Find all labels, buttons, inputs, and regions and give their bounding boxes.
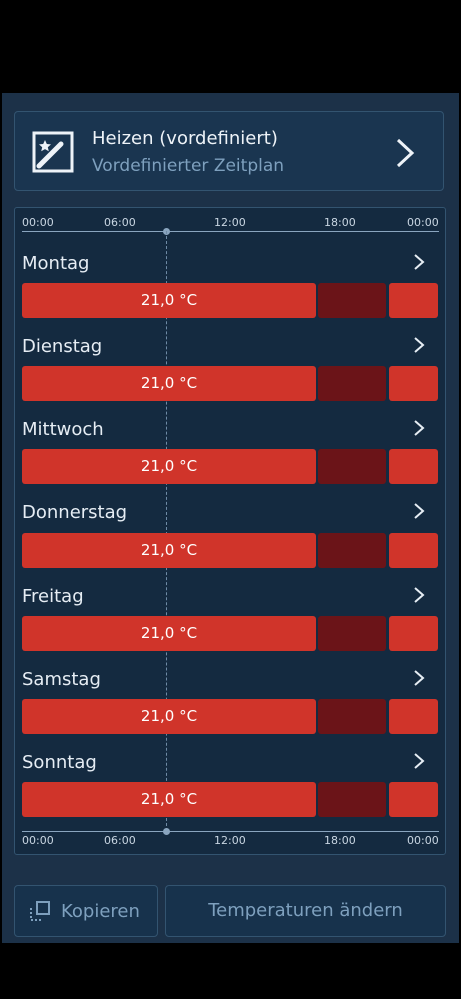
heating-segment[interactable]: 21,0 °C <box>22 283 316 318</box>
heating-segment[interactable] <box>389 283 438 318</box>
copy-button[interactable]: Kopieren <box>14 885 158 937</box>
heating-segment[interactable] <box>389 699 438 734</box>
heating-segment[interactable]: 21,0 °C <box>22 699 316 734</box>
tick-label: 18:00 <box>324 216 356 229</box>
segment-temperature: 21,0 °C <box>140 457 198 475</box>
tick-label: 00:00 <box>407 216 439 229</box>
chevron-right-icon[interactable] <box>412 502 426 520</box>
chevron-right-icon[interactable] <box>412 419 426 437</box>
segment-temperature: 21,0 °C <box>140 374 198 392</box>
reduced-segment[interactable] <box>318 699 386 734</box>
reduced-segment[interactable] <box>318 283 386 318</box>
copy-icon <box>30 901 50 921</box>
mode-title: Heizen (vordefiniert) <box>92 128 278 149</box>
bottom-time-axis <box>22 831 439 832</box>
current-time-marker <box>163 828 170 835</box>
reduced-segment[interactable] <box>318 533 386 568</box>
change-temperatures-button[interactable]: Temperaturen ändern <box>165 885 446 937</box>
segment-temperature: 21,0 °C <box>140 790 198 808</box>
tick-label: 00:00 <box>22 216 54 229</box>
tick-label: 06:00 <box>104 834 136 847</box>
tick-label: 12:00 <box>214 216 246 229</box>
tick-label: 00:00 <box>22 834 54 847</box>
top-time-axis <box>22 231 439 232</box>
magic-wand-image-icon <box>32 131 74 173</box>
heating-segment[interactable]: 21,0 °C <box>22 366 316 401</box>
heating-mode-card[interactable]: Heizen (vordefiniert) Vordefinierter Zei… <box>14 111 444 191</box>
mode-subtitle: Vordefinierter Zeitplan <box>92 156 285 176</box>
reduced-segment[interactable] <box>318 616 386 651</box>
segment-temperature: 21,0 °C <box>140 291 198 309</box>
day-label-thursday[interactable]: Donnerstag <box>22 502 127 523</box>
day-label-friday[interactable]: Freitag <box>22 586 84 607</box>
chevron-right-icon[interactable] <box>412 586 426 604</box>
heating-segment[interactable] <box>389 782 438 817</box>
chevron-right-icon[interactable] <box>412 669 426 687</box>
day-label-tuesday[interactable]: Dienstag <box>22 336 102 357</box>
day-label-monday[interactable]: Montag <box>22 253 89 274</box>
reduced-segment[interactable] <box>318 366 386 401</box>
chevron-right-icon[interactable] <box>412 752 426 770</box>
chevron-right-icon[interactable] <box>393 136 417 170</box>
reduced-segment[interactable] <box>318 782 386 817</box>
heating-segment[interactable] <box>389 533 438 568</box>
current-time-line <box>166 231 167 831</box>
copy-button-label: Kopieren <box>61 901 140 922</box>
chevron-right-icon[interactable] <box>412 253 426 271</box>
tick-label: 00:00 <box>407 834 439 847</box>
tick-label: 18:00 <box>324 834 356 847</box>
reduced-segment[interactable] <box>318 449 386 484</box>
heating-segment[interactable] <box>389 366 438 401</box>
segment-temperature: 21,0 °C <box>140 541 198 559</box>
segment-temperature: 21,0 °C <box>140 624 198 642</box>
heating-segment[interactable]: 21,0 °C <box>22 533 316 568</box>
day-label-saturday[interactable]: Samstag <box>22 669 101 690</box>
chevron-right-icon[interactable] <box>412 336 426 354</box>
heating-segment[interactable] <box>389 616 438 651</box>
tick-label: 06:00 <box>104 216 136 229</box>
heating-segment[interactable]: 21,0 °C <box>22 449 316 484</box>
day-label-sunday[interactable]: Sonntag <box>22 752 97 773</box>
heating-segment[interactable]: 21,0 °C <box>22 782 316 817</box>
heating-segment[interactable] <box>389 449 438 484</box>
day-label-wednesday[interactable]: Mittwoch <box>22 419 104 440</box>
heating-segment[interactable]: 21,0 °C <box>22 616 316 651</box>
segment-temperature: 21,0 °C <box>140 707 198 725</box>
tick-label: 12:00 <box>214 834 246 847</box>
